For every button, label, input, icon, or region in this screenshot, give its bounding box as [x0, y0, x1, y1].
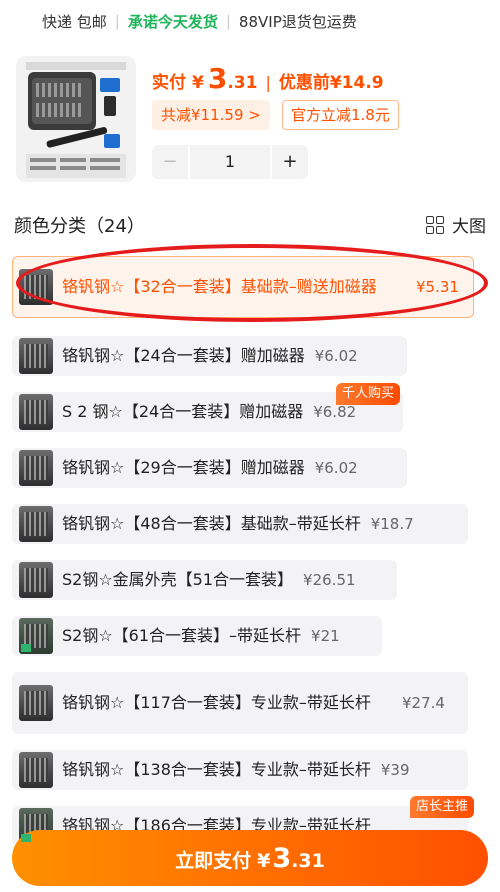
- sku-price: ¥6.02: [314, 459, 358, 477]
- sku-price: ¥26.51: [303, 571, 356, 589]
- store-recommend-tag: 店长主推: [410, 796, 475, 818]
- price-integer: 3: [207, 62, 228, 95]
- ship-today-promise: 承诺今天发货: [127, 12, 218, 31]
- sku-name: 铬钒钢☆【24合一套装】赠加磁器: [62, 346, 305, 365]
- vip-return-shipping: 88VIP退货包运费: [238, 12, 357, 31]
- popular-tag: 千人购买: [336, 383, 401, 405]
- sku-thumbnail: [19, 506, 53, 542]
- pay-now-label: 立即支付: [175, 850, 252, 872]
- sku-name: 铬钒钢☆【32合一套装】基础款–赠送加磁器: [62, 277, 377, 296]
- big-view-toggle[interactable]: 大图: [426, 212, 486, 237]
- sku-price: ¥5.31: [416, 278, 459, 296]
- sku-option[interactable]: 铬钒钢☆【29合一套装】赠加磁器 ¥6.02: [12, 448, 407, 488]
- sku-name: S2钢☆【61合一套装】–带延长杆: [62, 626, 302, 645]
- sku-thumbnail: [19, 450, 53, 486]
- decrease-button[interactable]: −: [152, 145, 188, 179]
- sku-name: 铬钒钢☆【138合一套装】专业款–带延长杆: [62, 760, 371, 779]
- quantity-input[interactable]: 1: [190, 145, 270, 179]
- currency-symbol: ¥: [257, 850, 271, 872]
- sku-thumbnail: [19, 394, 53, 430]
- total-discount-badge[interactable]: 共减¥11.59 >: [152, 100, 270, 130]
- sku-name: 铬钒钢☆【48合一套装】基础款–带延长杆: [62, 514, 361, 533]
- pay-integer: 3: [272, 843, 292, 874]
- sku-option[interactable]: 铬钒钢☆【117合一套装】专业款–带延长杆 ¥27.4: [12, 672, 468, 734]
- quantity-stepper: − 1 +: [152, 145, 308, 179]
- sku-thumbnail: [19, 338, 53, 374]
- sku-option[interactable]: 铬钒钢☆【48合一套装】基础款–带延长杆 ¥18.7: [12, 504, 468, 544]
- sku-price: ¥27.4: [402, 694, 445, 712]
- sku-thumbnail: [19, 618, 53, 654]
- express-free-shipping: 快递 包邮: [42, 12, 107, 31]
- sku-option[interactable]: S2钢☆金属外壳【51合一套装】 ¥26.51: [12, 560, 397, 600]
- increase-button[interactable]: +: [272, 145, 308, 179]
- color-category-title: 颜色分类（24）: [14, 216, 145, 237]
- sku-thumbnail: [19, 752, 53, 788]
- sku-price: ¥18.7: [370, 515, 414, 533]
- sku-name: S 2 钢☆【24合一套装】赠加磁器: [62, 402, 304, 421]
- sku-option[interactable]: 铬钒钢☆【138合一套装】专业款–带延长杆 ¥39: [12, 750, 468, 790]
- sku-option[interactable]: S2钢☆【61合一套装】–带延长杆 ¥21: [12, 616, 382, 656]
- sku-name: 铬钒钢☆【117合一套装】专业款–带延长杆: [62, 693, 371, 712]
- sku-thumbnail: [19, 562, 53, 598]
- sku-price: ¥6.02: [314, 347, 358, 365]
- price-decimal: .31: [227, 73, 258, 93]
- divider: |: [225, 12, 231, 30]
- sku-name: S2钢☆金属外壳【51合一套装】: [62, 570, 294, 589]
- shipping-info-bar: 快递 包邮 | 承诺今天发货 | 88VIP退货包运费: [0, 0, 500, 42]
- divider: |: [265, 73, 271, 92]
- currency-symbol: ¥: [192, 73, 204, 93]
- sku-option[interactable]: 铬钒钢☆【24合一套装】赠加磁器 ¥6.02: [12, 336, 407, 376]
- grid-icon: [426, 215, 444, 234]
- product-image[interactable]: [16, 56, 136, 182]
- pay-decimal: .31: [291, 850, 325, 872]
- sku-option[interactable]: 铬钒钢☆【32合一套装】基础款–赠送加磁器 ¥5.31: [12, 256, 474, 318]
- screwdriver-set-image: [16, 56, 136, 182]
- sku-thumbnail: [19, 269, 53, 305]
- sku-price: ¥21: [311, 627, 340, 645]
- price-summary: 实付 ¥ 3 .31 | 优惠前¥14.9: [152, 62, 384, 95]
- sku-name: 铬钒钢☆【29合一套装】赠加磁器: [62, 458, 305, 477]
- divider: |: [114, 12, 120, 30]
- original-price: 优惠前¥14.9: [278, 73, 384, 93]
- official-discount-badge: 官方立减1.8元: [282, 100, 399, 130]
- sku-price: ¥39: [380, 761, 410, 779]
- pay-now-button[interactable]: 立即支付 ¥ 3 .31: [12, 830, 488, 886]
- sku-thumbnail: [19, 685, 53, 721]
- sku-price: ¥6.82: [313, 403, 357, 421]
- actual-pay-label: 实付: [152, 73, 186, 93]
- big-view-label: 大图: [452, 217, 486, 237]
